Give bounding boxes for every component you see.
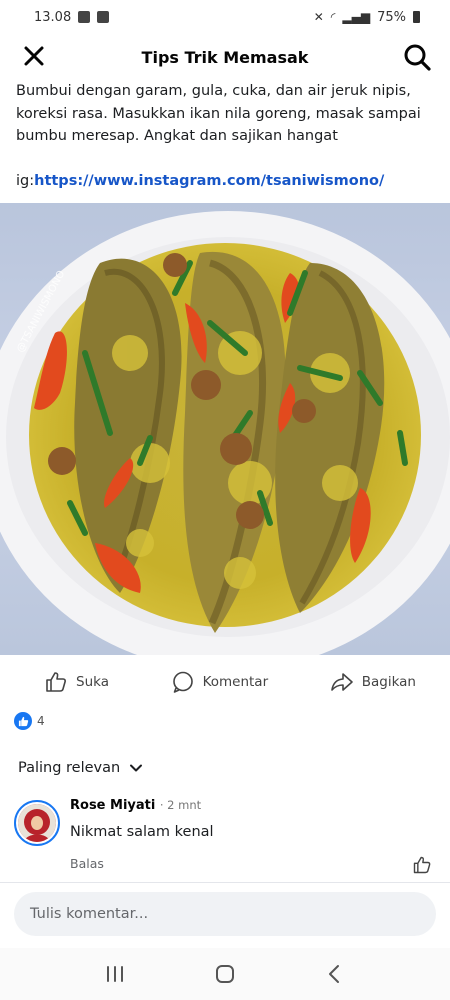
search-icon <box>404 44 431 71</box>
system-navigation-bar <box>0 948 450 1000</box>
thumbs-up-icon <box>46 672 66 692</box>
post-text-line: Bumbui dengan garam, gula, cuka, dan air… <box>16 83 411 99</box>
comment-like-button[interactable] <box>412 855 432 875</box>
status-left: 13.08 <box>34 9 110 25</box>
comment-author[interactable]: Rose Miyati · 2 mnt <box>70 798 201 813</box>
close-button[interactable] <box>20 42 48 70</box>
link-prefix: ig: <box>16 172 35 189</box>
comment-author-name: Rose Miyati <box>70 798 156 813</box>
wifi-icon: ◜ <box>330 10 336 24</box>
comment-input-placeholder: Tulis komentar... <box>30 906 149 922</box>
share-label: Bagikan <box>361 674 416 690</box>
share-button[interactable]: Bagikan <box>330 670 416 694</box>
check-notification-icon <box>97 11 110 23</box>
comment-input[interactable]: Tulis komentar... <box>14 892 436 936</box>
back-button[interactable] <box>317 956 353 992</box>
home-icon <box>216 965 234 983</box>
instagram-link-line: ig:https://www.instagram.com/tsaniwismon… <box>16 170 440 193</box>
page-title: Tips Trik Memasak <box>141 47 309 67</box>
recent-apps-icon <box>107 966 123 982</box>
comment-time: · 2 mnt <box>159 798 202 812</box>
post-text: Bumbui dengan garam, gula, cuka, dan air… <box>16 80 440 192</box>
gallery-notification-icon <box>78 11 91 23</box>
recent-apps-button[interactable] <box>97 956 133 992</box>
reply-button[interactable]: Balas <box>70 856 104 871</box>
battery-icon <box>413 11 420 23</box>
divider <box>0 882 450 883</box>
avatar[interactable] <box>14 800 60 846</box>
comment-label: Komentar <box>202 674 269 690</box>
comment-item: Rose Miyati · 2 mnt Nikmat salam kenal B… <box>14 796 438 880</box>
comment-sort-dropdown[interactable]: Paling relevan <box>18 760 144 776</box>
reaction-count: 4 <box>37 714 45 728</box>
instagram-link[interactable]: https://www.instagram.com/tsaniwismono/ <box>34 173 384 189</box>
app-header: Tips Trik Memasak <box>0 34 450 80</box>
post-text-line: koreksi rasa. Masukkan ikan nila goreng,… <box>16 105 421 122</box>
comment-text: Nikmat salam kenal <box>70 824 214 840</box>
close-icon <box>24 46 44 66</box>
mute-icon: ✕ <box>313 10 324 24</box>
post-photo[interactable]: @TSANIWISMONO <box>0 203 450 655</box>
thumbs-up-icon <box>413 856 431 874</box>
reaction-summary[interactable]: 4 <box>14 712 45 730</box>
comment-icon <box>172 671 193 693</box>
dish-illustration: @TSANIWISMONO <box>0 211 450 655</box>
home-button[interactable] <box>207 956 243 992</box>
sort-label: Paling relevan <box>18 760 121 776</box>
comment-button[interactable]: Komentar <box>171 670 269 694</box>
like-button[interactable]: Suka <box>44 670 109 694</box>
signal-icon: ▂▄▆ <box>342 10 371 24</box>
status-right: ✕ ◜ ▂▄▆ 75% <box>314 10 420 25</box>
post-text-line: bumbu meresap. Angkat dan sajikan hangat <box>16 128 338 144</box>
status-time: 13.08 <box>34 9 72 25</box>
post-actions: Suka Komentar Bagikan <box>0 660 450 704</box>
chevron-down-icon <box>130 764 143 772</box>
share-icon <box>330 673 353 691</box>
search-button[interactable] <box>402 42 432 72</box>
avatar-image <box>18 804 56 842</box>
back-icon <box>329 965 339 983</box>
battery-percentage: 75% <box>377 9 406 25</box>
like-label: Suka <box>76 674 109 690</box>
status-bar: 13.08 ✕ ◜ ▂▄▆ 75% <box>0 0 450 34</box>
like-reaction-icon <box>14 712 32 730</box>
